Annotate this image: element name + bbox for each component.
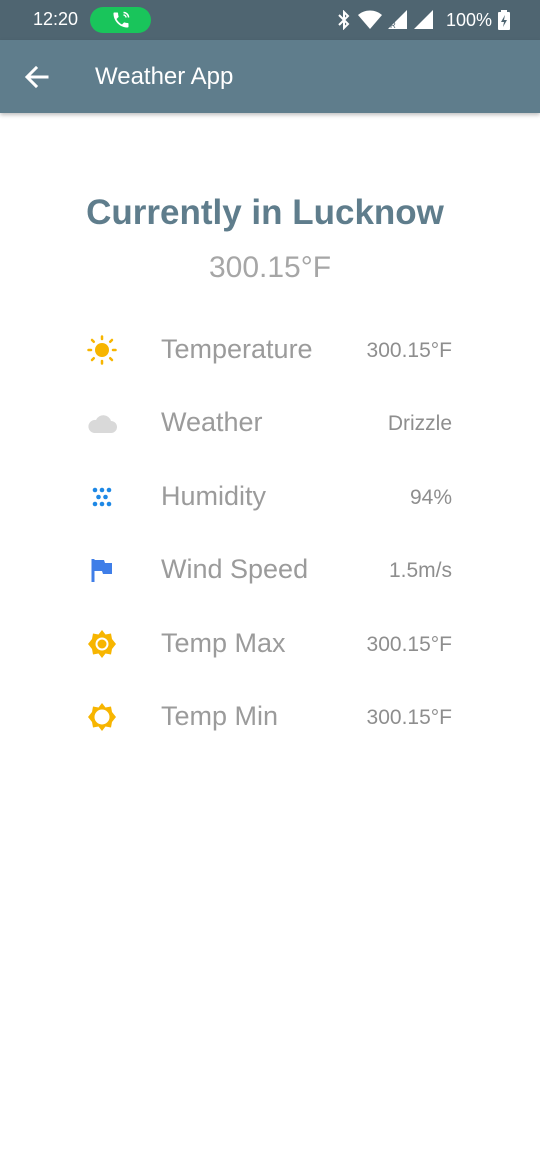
wifi-icon	[357, 10, 382, 29]
battery-charging-icon	[498, 10, 510, 30]
detail-value: 94%	[409, 486, 452, 509]
flag-icon	[91, 559, 112, 582]
status-time: 12:20	[33, 9, 79, 29]
sun-min-icon	[88, 703, 116, 731]
detail-value: Drizzle	[387, 412, 452, 435]
detail-value: 300.15°F	[366, 633, 452, 656]
status-bar: 12:20 R 100%	[0, 0, 540, 40]
humidity-dots-icon	[92, 487, 112, 507]
call-icon	[113, 11, 129, 28]
bluetooth-icon	[338, 10, 350, 30]
sun-max-icon	[88, 630, 116, 658]
detail-value: 300.15°F	[366, 706, 452, 729]
signal-icon	[413, 10, 433, 29]
app-title: Weather App	[95, 63, 234, 90]
detail-row-wind-speed: Wind Speed 1.5m/s	[0, 550, 540, 590]
location-headline: Currently in Lucknow	[86, 193, 444, 232]
detail-value: 1.5m/s	[388, 559, 452, 582]
detail-label: Wind Speed	[161, 554, 309, 584]
battery-percent: 100%	[445, 9, 492, 30]
detail-label: Temp Min	[161, 701, 279, 731]
signal-r-icon: R	[387, 10, 407, 30]
current-temperature: 300.15°F	[208, 251, 332, 284]
detail-label: Humidity	[161, 481, 267, 511]
detail-label: Weather	[161, 407, 263, 437]
cloud-icon	[88, 415, 117, 433]
status-icons: R 100%	[336, 7, 510, 33]
detail-label: Temperature	[161, 334, 313, 364]
detail-row-temperature: Temperature 300.15°F	[0, 330, 540, 370]
sun-icon	[87, 335, 117, 365]
detail-row-temp-max: Temp Max 300.15°F	[0, 624, 540, 664]
detail-row-weather: Weather Drizzle	[0, 403, 540, 443]
detail-label: Temp Max	[161, 628, 286, 658]
ongoing-call-pill[interactable]	[90, 7, 151, 33]
detail-value: 300.15°F	[366, 339, 452, 362]
app-bar: Weather App	[0, 40, 540, 113]
back-button[interactable]	[22, 62, 52, 92]
detail-row-temp-min: Temp Min 300.15°F	[0, 697, 540, 737]
svg-text:R: R	[390, 21, 396, 30]
detail-row-humidity: Humidity 94%	[0, 477, 540, 517]
arrow-back-icon	[24, 65, 49, 89]
